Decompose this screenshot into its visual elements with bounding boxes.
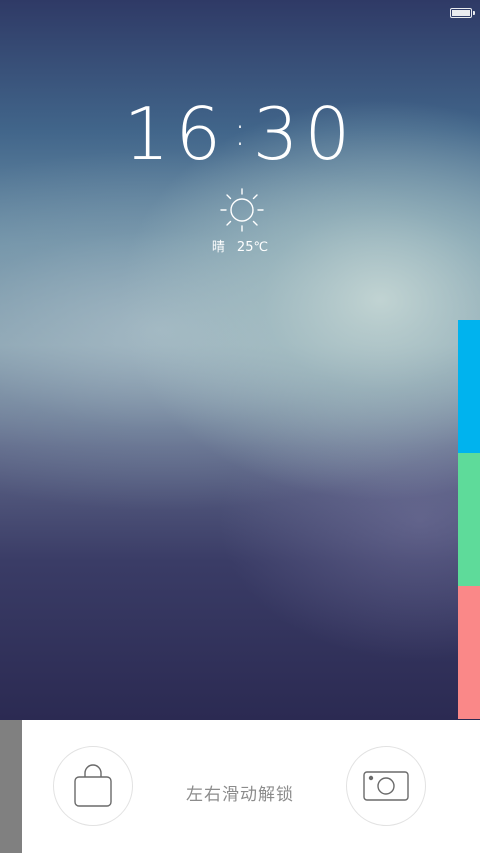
- weather-info: 晴 25℃: [0, 236, 480, 255]
- sun-icon: [220, 188, 264, 232]
- clock-separator: :: [233, 109, 247, 155]
- left-edge-handle[interactable]: [0, 720, 22, 853]
- side-tab-blue[interactable]: [458, 320, 480, 453]
- clock-hours: 16: [123, 92, 228, 176]
- battery-icon: [450, 8, 475, 18]
- clock-minutes: 30: [252, 92, 357, 176]
- lock-screen: 16:30 晴 25℃ 左右滑动解锁: [0, 0, 480, 853]
- camera-icon: [363, 771, 409, 801]
- shopping-bag-button[interactable]: [53, 746, 133, 826]
- clock: 16:30: [0, 92, 480, 174]
- shopping-bag-icon: [74, 764, 112, 807]
- battery-level-fill: [452, 10, 470, 16]
- unlock-hint: 左右滑动解锁: [186, 785, 294, 805]
- camera-button[interactable]: [346, 746, 426, 826]
- weather-condition: 晴: [211, 240, 225, 255]
- side-tab-red[interactable]: [458, 586, 480, 719]
- weather-temperature: 25℃: [236, 240, 269, 255]
- side-tab-green[interactable]: [458, 453, 480, 586]
